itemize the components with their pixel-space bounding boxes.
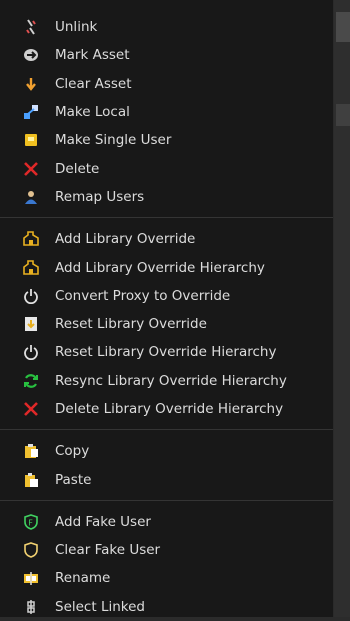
copy-icon: [22, 442, 40, 460]
single-user-icon: [22, 131, 40, 149]
menu-item-add-library-override-hierarchy[interactable]: Add Library Override Hierarchy: [0, 253, 333, 281]
svg-text:F: F: [28, 518, 33, 527]
menu-item-clear-asset[interactable]: Clear Asset: [0, 70, 333, 98]
menu-item-label: Paste: [55, 471, 92, 488]
fake-user-add-icon: F: [22, 513, 40, 531]
remap-users-icon: [22, 188, 40, 206]
select-linked-icon: [22, 598, 40, 616]
menu-item-add-library-override[interactable]: Add Library Override: [0, 225, 333, 253]
menu-item-label: Add Library Override: [55, 231, 196, 248]
menu-item-mark-asset[interactable]: Mark Asset: [0, 41, 333, 69]
power-icon: [22, 343, 40, 361]
reset-override-icon: [22, 315, 40, 333]
menu-item-label: Reset Library Override Hierarchy: [55, 344, 277, 361]
paste-icon: [22, 471, 40, 489]
library-override-icon: [22, 230, 40, 248]
delete-icon: [22, 160, 40, 178]
menu-item-convert-proxy-to-override[interactable]: Convert Proxy to Override: [0, 282, 333, 310]
menu-separator: [0, 429, 333, 431]
menu-item-label: Delete Library Override Hierarchy: [55, 401, 284, 417]
unlink-icon: [22, 18, 40, 36]
menu-item-label: Clear Fake User: [55, 542, 161, 559]
menu-item-resync-library-override-hierarchy[interactable]: Resync Library Override Hierarchy: [0, 367, 333, 395]
menu-item-label: Delete: [55, 160, 100, 177]
menu-item-label: Resync Library Override Hierarchy: [55, 372, 287, 389]
menu-item-label: Select Linked: [55, 598, 145, 615]
menu-item-label: Mark Asset: [55, 47, 130, 64]
menu-item-reset-library-override-hierarchy[interactable]: Reset Library Override Hierarchy: [0, 338, 333, 366]
menu-item-label: Make Single User: [55, 132, 172, 149]
menu-item-delete-library-override-hierarchy[interactable]: Delete Library Override Hierarchy: [0, 395, 333, 423]
menu-item-reset-library-override[interactable]: Reset Library Override: [0, 310, 333, 338]
menu-item-label: Remap Users: [55, 188, 145, 205]
library-override-icon: [22, 259, 40, 277]
menu-item-label: Copy: [55, 443, 90, 460]
menu-item-label: Convert Proxy to Override: [55, 287, 231, 304]
menu-item-clear-fake-user[interactable]: Clear Fake User: [0, 536, 333, 564]
menu-item-delete[interactable]: Delete: [0, 154, 333, 182]
background-widget: [336, 12, 350, 42]
background-panel-edge: [334, 0, 350, 617]
make-local-icon: [22, 103, 40, 121]
menu-item-rename[interactable]: Rename: [0, 564, 333, 592]
menu-separator: [0, 217, 333, 219]
menu-item-label: Unlink: [55, 19, 98, 36]
asset-icon: [22, 46, 40, 64]
menu-item-remap-users[interactable]: Remap Users: [0, 183, 333, 211]
menu-item-add-fake-user[interactable]: F Add Fake User: [0, 508, 333, 536]
menu-item-copy[interactable]: Copy: [0, 437, 333, 465]
menu-item-label: Clear Asset: [55, 75, 132, 92]
menu-item-make-local[interactable]: Make Local: [0, 98, 333, 126]
context-menu: Unlink Mark Asset Clear Asset Make Local Mak…: [0, 0, 334, 617]
menu-item-label: Add Fake User: [55, 513, 151, 530]
background-widget: [336, 104, 350, 126]
menu-item-label: Make Local: [55, 104, 130, 121]
menu-item-label: Reset Library Override: [55, 316, 207, 333]
delete-icon: [22, 400, 40, 418]
menu-separator: [0, 499, 333, 501]
menu-item-unlink[interactable]: Unlink: [0, 13, 333, 41]
clear-asset-icon: [22, 75, 40, 93]
power-icon: [22, 287, 40, 305]
menu-item-paste[interactable]: Paste: [0, 465, 333, 493]
rename-icon: [22, 569, 40, 587]
menu-item-make-single-user[interactable]: Make Single User: [0, 126, 333, 154]
menu-item-label: Add Library Override Hierarchy: [55, 259, 265, 276]
menu-item-label: Rename: [55, 570, 111, 587]
resync-icon: [22, 372, 40, 390]
fake-user-clear-icon: [22, 541, 40, 559]
